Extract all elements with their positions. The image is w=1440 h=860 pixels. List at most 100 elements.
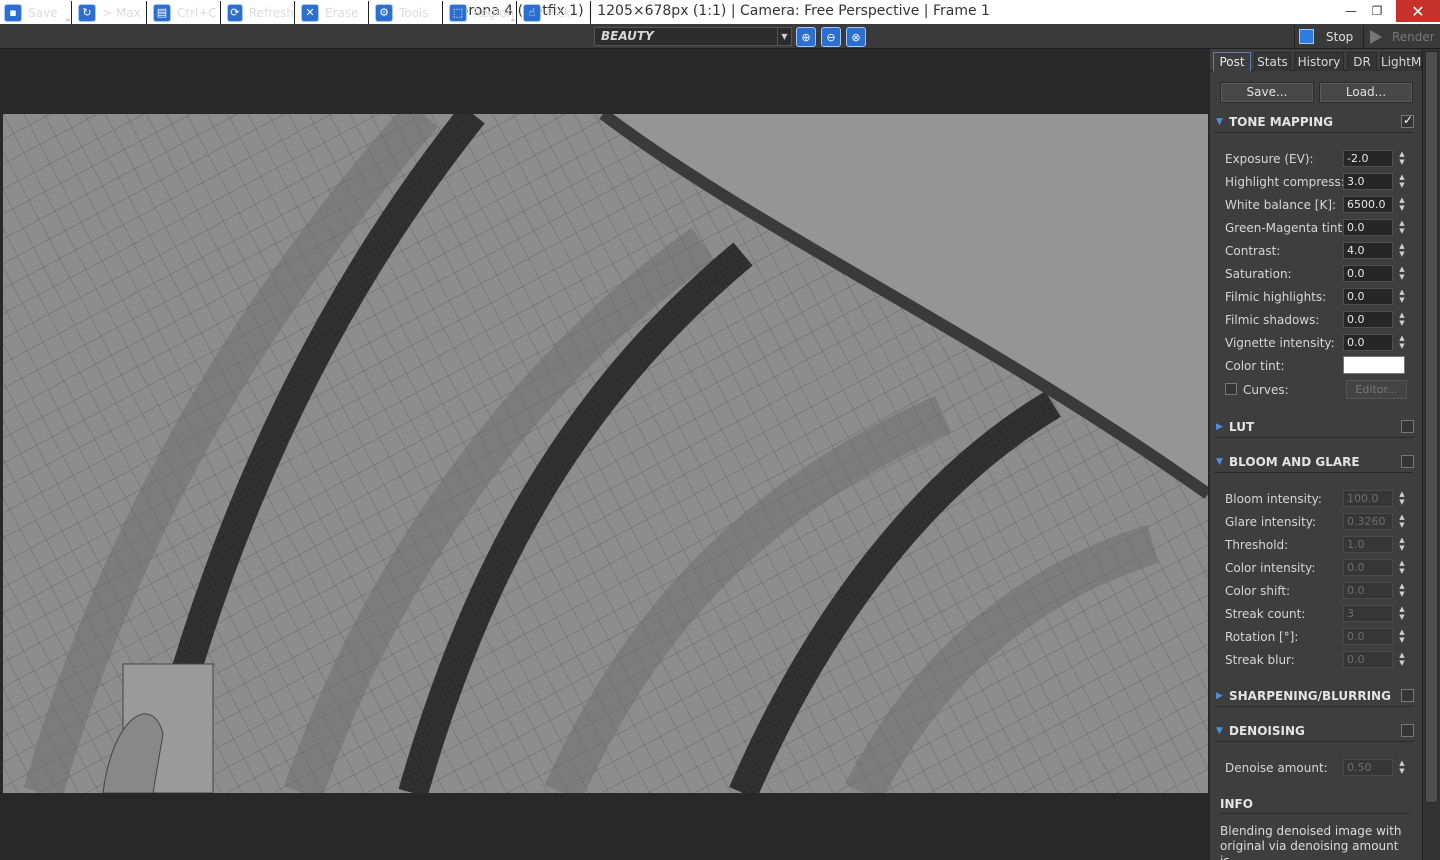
spinner-arrows-icon[interactable]: ▲ ▼: [1398, 605, 1406, 622]
stop-button[interactable]: Stop: [1294, 25, 1364, 48]
spinner-arrows-icon[interactable]: ▲ ▼: [1398, 759, 1406, 776]
param-row: Highlight compress: 3.0 ▲ ▼: [1225, 172, 1415, 192]
spinner-arrows-icon[interactable]: ▲ ▼: [1398, 242, 1406, 259]
render-button[interactable]: Render: [1366, 25, 1438, 48]
param-label: Streak blur:: [1225, 653, 1295, 667]
param-row: Streak count: 3 ▲ ▼: [1225, 604, 1415, 624]
zoom-fit-icon: ⊗: [851, 30, 861, 44]
pick-button[interactable]: ☝ Pick: [519, 1, 591, 24]
param-row: Filmic highlights: 0.0 ▲ ▼: [1225, 287, 1415, 307]
tab-post[interactable]: Post: [1213, 52, 1251, 71]
zoom-out-button[interactable]: ⊖: [821, 27, 841, 47]
param-value-field[interactable]: 0.0: [1343, 288, 1393, 305]
region-button[interactable]: ⬚ Region: [445, 1, 517, 24]
denoise-amount-label: Denoise amount:: [1225, 761, 1328, 775]
param-row: Color shift: 0.0 ▲ ▼: [1225, 581, 1415, 601]
param-value-field[interactable]: 0.0: [1343, 265, 1393, 282]
refresh-button[interactable]: ⟳ Refresh: [223, 1, 295, 24]
render-label: Render: [1392, 29, 1435, 44]
param-label: Glare intensity:: [1225, 515, 1317, 529]
bloom-glare-checkbox[interactable]: [1401, 455, 1414, 468]
panel-scrollbar[interactable]: [1422, 49, 1440, 860]
param-value-field[interactable]: 6500.0: [1343, 196, 1393, 213]
bloom-glare-header[interactable]: ▼ BLOOM AND GLARE: [1214, 451, 1414, 473]
param-row: Exposure (EV): -2.0 ▲ ▼: [1225, 149, 1415, 169]
tab-dr[interactable]: DR: [1347, 52, 1377, 71]
spinner-arrows-icon[interactable]: ▲ ▼: [1398, 334, 1406, 351]
copy-button[interactable]: ▤ Ctrl+C: [149, 1, 221, 24]
param-value-field[interactable]: 0.0: [1343, 628, 1393, 645]
spinner-arrows-icon[interactable]: ▲ ▼: [1398, 651, 1406, 668]
tone-mapping-checkbox[interactable]: [1401, 113, 1414, 128]
tab-history[interactable]: History: [1294, 52, 1344, 71]
param-row: Bloom intensity: 100.0 ▲ ▼: [1225, 489, 1415, 509]
spinner-arrows-icon[interactable]: ▲ ▼: [1398, 536, 1406, 553]
spinner-arrows-icon[interactable]: ▲ ▼: [1398, 490, 1406, 507]
chevron-down-icon: ▼: [777, 28, 791, 45]
tab-stats[interactable]: Stats: [1254, 52, 1291, 71]
spinner-arrows-icon[interactable]: ▲ ▼: [1398, 628, 1406, 645]
param-value-field[interactable]: 0.0: [1343, 582, 1393, 599]
param-value-field[interactable]: 3: [1343, 605, 1393, 622]
copy-icon: ▤: [153, 3, 171, 22]
denoise-amount-field[interactable]: 0.50: [1343, 759, 1393, 776]
spinner-arrows-icon[interactable]: ▲ ▼: [1398, 150, 1406, 167]
lut-header[interactable]: ▶ LUT: [1214, 416, 1414, 438]
param-value-field[interactable]: 0.3260: [1343, 513, 1393, 530]
param-label: Color intensity:: [1225, 561, 1316, 575]
param-row: Filmic shadows: 0.0 ▲ ▼: [1225, 310, 1415, 330]
spinner-arrows-icon[interactable]: ▲ ▼: [1398, 196, 1406, 213]
scrollbar-thumb[interactable]: [1425, 51, 1438, 803]
param-value-field[interactable]: 0.0: [1343, 311, 1393, 328]
tone-mapping-header[interactable]: ▼ TONE MAPPING: [1214, 111, 1414, 133]
spinner-arrows-icon[interactable]: ▲ ▼: [1398, 311, 1406, 328]
render-pass-select[interactable]: BEAUTY ▼: [594, 27, 792, 46]
tools-button[interactable]: ⚙ Tools: [371, 1, 443, 24]
param-value-field[interactable]: 1.0: [1343, 536, 1393, 553]
lut-checkbox[interactable]: [1401, 420, 1414, 433]
param-value-field[interactable]: 4.0: [1343, 242, 1393, 259]
spinner-arrows-icon[interactable]: ▲ ▼: [1398, 559, 1406, 576]
zoom-fit-button[interactable]: ⊗: [846, 27, 866, 47]
param-row: Saturation: 0.0 ▲ ▼: [1225, 264, 1415, 284]
denoising-checkbox[interactable]: [1401, 724, 1414, 737]
color-tint-swatch[interactable]: [1343, 356, 1405, 374]
curves-checkbox[interactable]: [1225, 383, 1237, 395]
erase-button[interactable]: ✕ Erase: [297, 1, 369, 24]
denoising-header[interactable]: ▼ DENOISING: [1214, 720, 1414, 742]
spinner-arrows-icon[interactable]: ▲ ▼: [1398, 219, 1406, 236]
sharpening-checkbox[interactable]: [1401, 689, 1414, 702]
param-value-field[interactable]: 0.0: [1343, 559, 1393, 576]
sharpening-header[interactable]: ▶ SHARPENING/BLURRING: [1214, 685, 1414, 707]
param-value-field[interactable]: -2.0: [1343, 150, 1393, 167]
param-value-field[interactable]: 100.0: [1343, 490, 1393, 507]
spinner-arrows-icon[interactable]: ▲ ▼: [1398, 513, 1406, 530]
dropdown-caret-icon: [65, 18, 71, 24]
param-label: Saturation:: [1225, 267, 1292, 281]
info-title: INFO: [1220, 797, 1253, 811]
tab-lightmix[interactable]: LightMix: [1380, 52, 1422, 71]
param-value-field[interactable]: 0.0: [1343, 334, 1393, 351]
spinner-arrows-icon[interactable]: ▲ ▼: [1398, 173, 1406, 190]
render-pass-value: BEAUTY: [601, 29, 654, 43]
curves-editor-button[interactable]: Editor...: [1346, 380, 1407, 399]
color-tint-row: Color tint:: [1225, 356, 1415, 376]
param-label: Streak count:: [1225, 607, 1306, 621]
spinner-arrows-icon[interactable]: ▲ ▼: [1398, 265, 1406, 282]
param-value-field[interactable]: 0.0: [1343, 219, 1393, 236]
maximize-button[interactable]: ❐: [1364, 0, 1390, 22]
param-row: Streak blur: 0.0 ▲ ▼: [1225, 650, 1415, 670]
minimize-button[interactable]: —: [1338, 0, 1364, 22]
rendered-image[interactable]: [3, 114, 1208, 793]
save-button[interactable]: ▪ Save: [0, 1, 72, 24]
close-button[interactable]: ✕: [1396, 0, 1440, 22]
load-settings-button[interactable]: Load...: [1319, 82, 1413, 103]
param-label: Rotation [°]:: [1225, 630, 1299, 644]
param-value-field[interactable]: 0.0: [1343, 651, 1393, 668]
param-value-field[interactable]: 3.0: [1343, 173, 1393, 190]
zoom-in-button[interactable]: ⊕: [796, 27, 816, 47]
save-settings-button[interactable]: Save...: [1220, 82, 1314, 103]
spinner-arrows-icon[interactable]: ▲ ▼: [1398, 582, 1406, 599]
spinner-arrows-icon[interactable]: ▲ ▼: [1398, 288, 1406, 305]
to-max-button[interactable]: ↻ > Max: [74, 1, 147, 24]
